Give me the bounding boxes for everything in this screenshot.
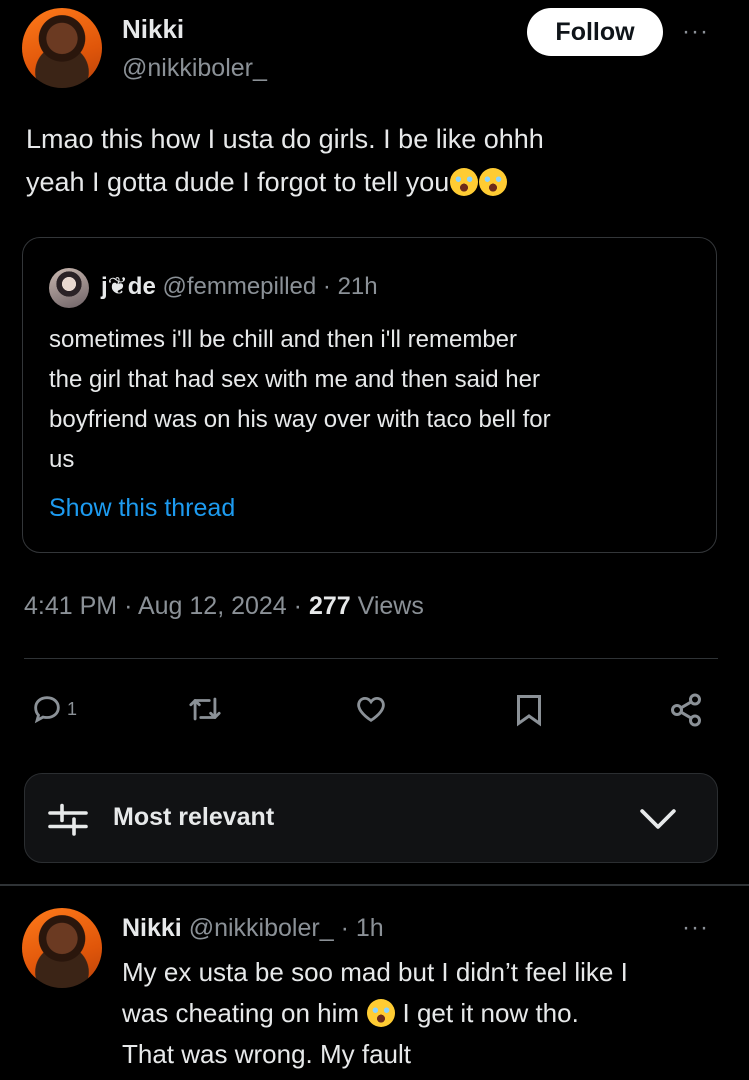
- quote-author-handle[interactable]: @femmepilled: [162, 273, 316, 300]
- quote-age: 21h: [337, 273, 378, 300]
- quote-author-name[interactable]: j❦de: [101, 273, 156, 300]
- post-text: Lmao this how I usta do girls. I be like…: [26, 118, 726, 204]
- like-button[interactable]: [353, 692, 389, 726]
- share-icon: [668, 692, 704, 728]
- repost-icon: [186, 692, 224, 726]
- reply-count: 1: [67, 698, 78, 719]
- views-count: 277: [308, 592, 351, 620]
- quote-header: j❦de @femmepilled · 21h: [101, 272, 378, 301]
- reply-author-name[interactable]: Nikki: [122, 914, 182, 942]
- post-meta: 4:41 PM · Aug 12, 2024 · 277 Views: [24, 592, 424, 621]
- tears-of-joy-emoji-icon: [479, 168, 508, 196]
- meta-separator: ·: [293, 592, 302, 620]
- repost-button[interactable]: [186, 692, 224, 726]
- reply-header: Nikki @nikkiboler_ · 1h: [122, 914, 384, 943]
- reply-author-avatar[interactable]: [22, 908, 102, 988]
- quote-text-line: sometimes i'll be chill and then i'll re…: [49, 326, 518, 353]
- loudly-crying-emoji-icon: [367, 999, 396, 1027]
- reply-more-options-icon[interactable]: ···: [682, 914, 709, 942]
- reply-text-line-2a: was cheating on him: [122, 998, 360, 1028]
- reply-text-line-2b: I get it now tho.: [402, 998, 579, 1028]
- quote-text-line: boyfriend was on his way over with taco …: [49, 406, 551, 433]
- reply-icon: [30, 692, 64, 726]
- post-time: 4:41 PM: [24, 592, 118, 620]
- quote-separator: ·: [322, 273, 331, 300]
- reply-age: 1h: [355, 914, 384, 942]
- chevron-down-icon: [639, 807, 677, 831]
- like-icon: [353, 692, 389, 726]
- meta-separator: ·: [124, 592, 133, 620]
- post-text-line-1: Lmao this how I usta do girls. I be like…: [26, 124, 544, 154]
- reply-separator: ·: [340, 914, 349, 942]
- quote-author-avatar[interactable]: [49, 268, 89, 308]
- show-thread-link[interactable]: Show this thread: [49, 494, 235, 523]
- follow-button[interactable]: Follow: [527, 8, 663, 56]
- reply-author-handle[interactable]: @nikkiboler_: [189, 914, 334, 942]
- more-options-icon[interactable]: ···: [682, 18, 709, 46]
- views-label: Views: [357, 592, 424, 620]
- quote-text-line: us: [49, 446, 75, 473]
- post-text-line-2: yeah I gotta dude I forgot to tell you: [26, 161, 726, 204]
- quote-text-line: the girl that had sex with me and then s…: [49, 366, 540, 393]
- divider: [24, 658, 718, 659]
- reply-button[interactable]: 1: [30, 692, 77, 726]
- quote-text: sometimes i'll be chill and then i'll re…: [49, 320, 709, 480]
- bookmark-button[interactable]: [513, 692, 545, 728]
- share-button[interactable]: [668, 692, 704, 728]
- author-name[interactable]: Nikki: [122, 14, 184, 45]
- reply-text-line-1: My ex usta be soo mad but I didn’t feel …: [122, 957, 628, 987]
- divider: [0, 884, 749, 886]
- tears-of-joy-emoji-icon: [450, 168, 479, 196]
- bookmark-icon: [513, 692, 545, 728]
- post-date[interactable]: Aug 12, 2024: [138, 592, 287, 620]
- sort-label: Most relevant: [113, 803, 275, 831]
- quoted-tweet-card[interactable]: j❦de @femmepilled · 21h sometimes i'll b…: [22, 237, 717, 553]
- post-text-line-2-text: yeah I gotta dude I forgot to tell you: [26, 167, 450, 197]
- reply-text: My ex usta be soo mad but I didn’t feel …: [122, 952, 742, 1075]
- reply-sort-selector[interactable]: Most relevant: [24, 773, 718, 863]
- filter-sliders-icon: [47, 800, 89, 838]
- reply-text-line-3: That was wrong. My fault: [122, 1039, 411, 1069]
- reply-text-line-2: was cheating on him I get it now tho.: [122, 993, 742, 1034]
- author-handle[interactable]: @nikkiboler_: [122, 54, 267, 83]
- author-avatar[interactable]: [22, 8, 102, 88]
